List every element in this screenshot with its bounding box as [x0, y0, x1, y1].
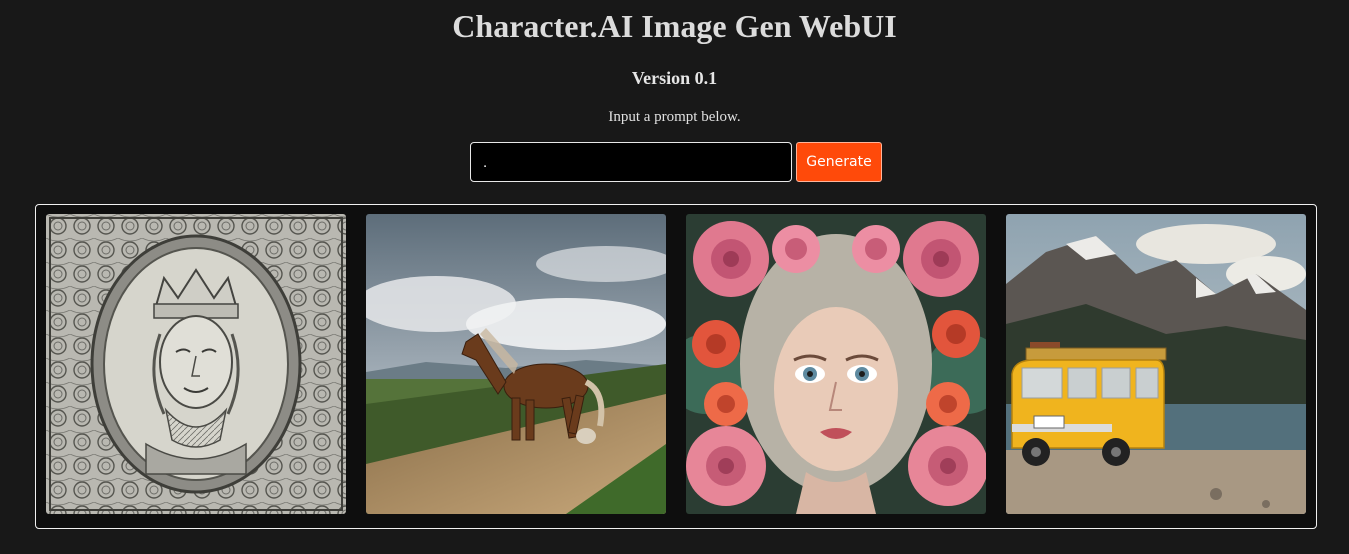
gallery-image-flower-portrait[interactable] — [686, 214, 986, 514]
version-label: Version 0.1 — [631, 68, 718, 88]
image-gallery — [35, 204, 1317, 529]
instruction-text: Input a prompt below. — [608, 109, 741, 125]
prompt-input[interactable] — [470, 142, 792, 182]
generate-button[interactable]: Generate — [796, 142, 882, 182]
gallery-image-engraving[interactable] — [46, 214, 346, 514]
gallery-image-horse[interactable] — [366, 214, 666, 514]
page-title: Character.AI Image Gen WebUI — [452, 8, 897, 44]
gallery-image-van[interactable] — [1006, 214, 1306, 514]
